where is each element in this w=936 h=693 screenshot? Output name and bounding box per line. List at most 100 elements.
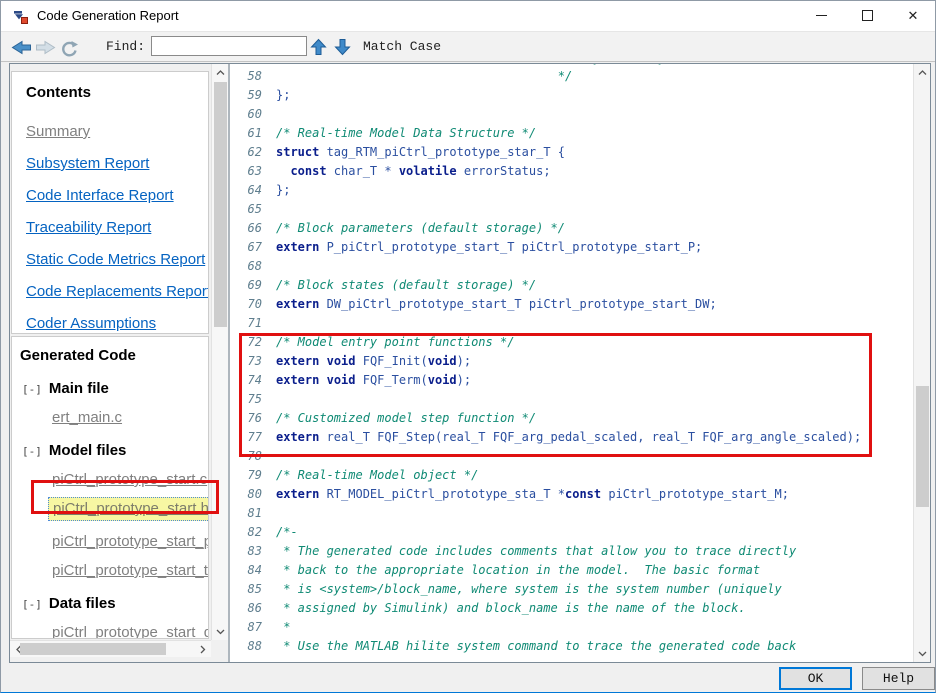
- code-segment: FQF_Init(: [355, 354, 428, 368]
- scroll-down-arrow-icon[interactable]: [212, 623, 229, 640]
- collapse-expander-icon[interactable]: [-]: [22, 598, 42, 611]
- line-number: 63: [247, 164, 262, 178]
- line-number: 65: [247, 202, 262, 216]
- code-line: 80 extern RT_MODEL_piCtrl_prototype_sta_T…: [238, 485, 861, 504]
- contents-link[interactable]: Code Replacements Report: [26, 283, 208, 300]
- back-arrow-icon[interactable]: [11, 40, 32, 55]
- refresh-icon[interactable]: [59, 40, 79, 57]
- contents-link[interactable]: Summary: [26, 123, 208, 140]
- code-line: 74 extern void FQF_Term(void);: [238, 371, 861, 390]
- ok-button[interactable]: OK: [779, 667, 852, 690]
- code-segment: void: [326, 373, 356, 387]
- match-case-toggle[interactable]: Match Case: [363, 32, 441, 61]
- close-button[interactable]: ✕: [890, 1, 935, 30]
- contents-link[interactable]: Traceability Report: [26, 219, 208, 236]
- code-segment: piCtrl_prototype_start_M;: [601, 487, 789, 501]
- code-line: 87 *: [238, 618, 861, 637]
- sidebar-horizontal-scroll-thumb[interactable]: [20, 643, 166, 655]
- find-input[interactable]: [151, 36, 307, 56]
- minimize-button[interactable]: [798, 1, 844, 30]
- code-line: 75: [238, 390, 861, 409]
- find-next-down-arrow-icon[interactable]: [334, 38, 351, 56]
- maximize-button[interactable]: [844, 1, 890, 30]
- code-segment: /* Block parameters (default storage) */: [276, 221, 565, 235]
- file-link-selected[interactable]: piCtrl_prototype_start.h: [48, 497, 208, 521]
- code-segment: const: [565, 487, 602, 501]
- code-segment: void: [427, 373, 457, 387]
- sidebar-horizontal-scrollbar[interactable]: [10, 640, 211, 657]
- report-window-icon: [14, 11, 28, 24]
- code-segment: /* Block states (default storage) */: [276, 278, 537, 292]
- code-line: 60: [238, 105, 861, 124]
- line-number: 79: [247, 468, 262, 482]
- tree-group-heading: [-] Data files: [22, 595, 208, 612]
- contents-link[interactable]: Code Interface Report: [26, 187, 208, 204]
- collapse-expander-icon[interactable]: [-]: [22, 383, 42, 396]
- line-number: 71: [247, 316, 262, 330]
- code-line: 66 /* Block parameters (default storage) …: [238, 219, 861, 238]
- code-segment: );: [456, 354, 472, 368]
- code-line: 68: [238, 257, 861, 276]
- code-segment: extern: [276, 240, 320, 254]
- sidebar-vertical-scrollbar[interactable]: [211, 64, 228, 640]
- code-line: 67 extern P_piCtrl_prototype_start_T piCt…: [238, 238, 861, 257]
- code-segment: };: [276, 183, 291, 197]
- line-number: 59: [247, 88, 262, 102]
- line-number: 85: [247, 582, 262, 596]
- find-label: Find:: [106, 39, 146, 54]
- code-line: 85 * is <system>/block_name, where syste…: [238, 580, 861, 599]
- tree-group-label: Model files: [48, 442, 127, 459]
- code-segment: */: [276, 69, 573, 83]
- code-line: 61 /* Real-time Model Data Structure */: [238, 124, 861, 143]
- line-number: 83: [247, 544, 262, 558]
- file-link[interactable]: piCtrl_prototype_start_pri: [52, 533, 208, 550]
- line-number: 58: [247, 69, 262, 83]
- line-number: 64: [247, 183, 262, 197]
- line-number: 80: [247, 487, 262, 501]
- contents-link[interactable]: Static Code Metrics Report: [26, 251, 208, 268]
- sidebar-vertical-scroll-thumb[interactable]: [214, 82, 227, 327]
- scroll-down-arrow-icon[interactable]: [914, 645, 931, 662]
- minimize-icon: [815, 15, 827, 16]
- code-segment: extern: [276, 297, 320, 311]
- forward-arrow-icon[interactable]: [35, 40, 56, 55]
- contents-link[interactable]: Coder Assumptions: [26, 315, 208, 332]
- code-segment: void: [326, 354, 356, 368]
- line-number: 78: [247, 449, 262, 463]
- tree-group-label: Data files: [48, 595, 116, 612]
- line-number: 77: [247, 430, 262, 444]
- line-number: 61: [247, 126, 262, 140]
- file-link[interactable]: piCtrl_prototype_start.c: [52, 471, 208, 488]
- code-segment: RT_MODEL_piCtrl_prototype_sta_T *: [319, 487, 565, 501]
- line-number: 74: [247, 373, 262, 387]
- generated-code-panel: Generated Code [-] Main file ert_main.c [-]…: [11, 336, 209, 639]
- generated-code-tree: [-] Main file ert_main.c [-] Model files piCt…: [20, 380, 208, 638]
- code-view[interactable]: y y 58 */59};6061/* Real-time Model Data…: [230, 64, 913, 662]
- code-vertical-scrollbar[interactable]: [913, 64, 930, 662]
- contents-link[interactable]: Subsystem Report: [26, 155, 208, 172]
- line-number: 73: [247, 354, 262, 368]
- code-line: 62 struct tag_RTM_piCtrl_prototype_star_T…: [238, 143, 861, 162]
- scroll-up-arrow-icon[interactable]: [212, 64, 229, 81]
- file-link[interactable]: piCtrl_prototype_start_da: [52, 624, 208, 638]
- find-previous-up-arrow-icon[interactable]: [310, 38, 327, 56]
- file-link[interactable]: piCtrl_prototype_start_typ: [52, 562, 208, 579]
- file-link[interactable]: ert_main.c: [52, 409, 208, 426]
- scroll-up-arrow-icon[interactable]: [914, 64, 931, 81]
- code-segment: * The generated code includes comments t…: [276, 544, 797, 558]
- tree-group-heading: [-] Model files: [22, 442, 208, 459]
- scroll-right-arrow-icon[interactable]: [194, 641, 211, 658]
- code-segment: );: [456, 373, 472, 387]
- contents-links: Summary Subsystem Report Code Interface Re…: [26, 123, 208, 332]
- code-segment: char_T *: [326, 164, 399, 178]
- code-line: 81: [238, 504, 861, 523]
- help-button[interactable]: Help: [862, 667, 935, 690]
- collapse-expander-icon[interactable]: [-]: [22, 445, 42, 458]
- code-segment: };: [276, 88, 291, 102]
- code-line: 63 const char_T * volatile errorStatus;: [238, 162, 861, 181]
- code-vertical-scroll-thumb[interactable]: [916, 386, 929, 507]
- code-generation-report-window: Code Generation Report ✕ Find: Match Cas…: [0, 0, 936, 693]
- line-number: 72: [247, 335, 262, 349]
- code-segment: const: [290, 164, 327, 178]
